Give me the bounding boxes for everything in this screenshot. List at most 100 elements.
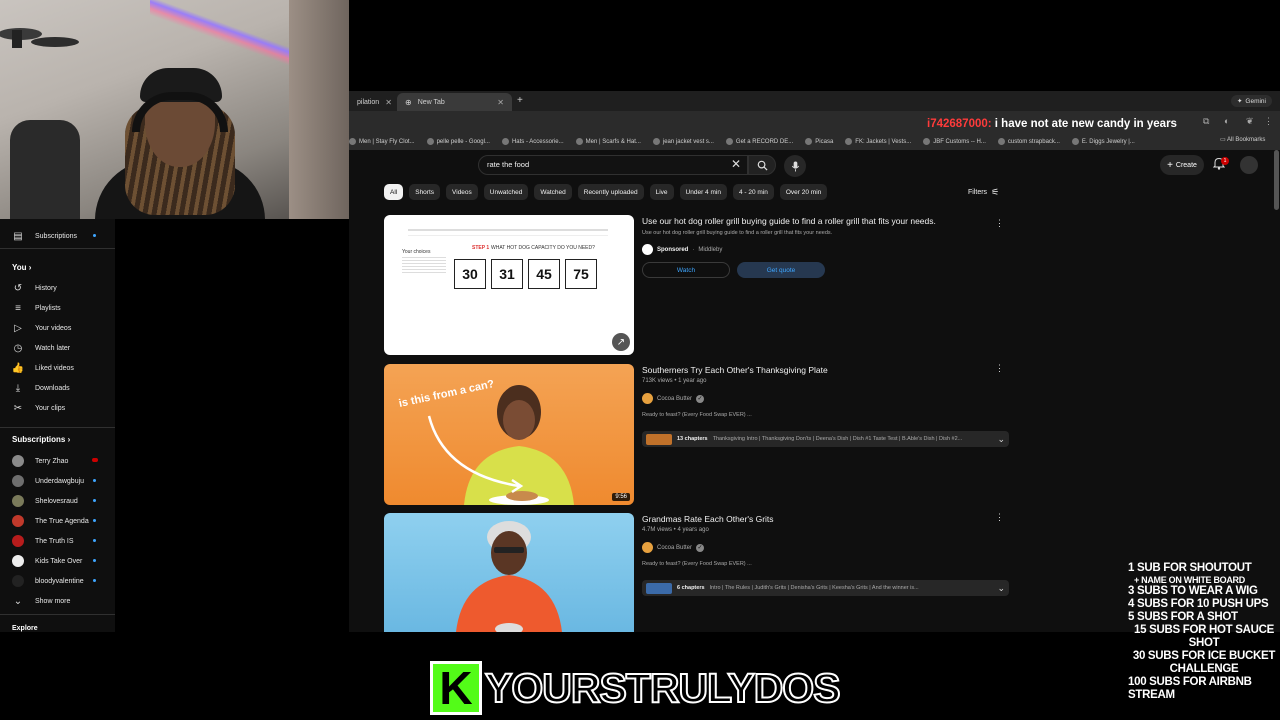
chapters-bar[interactable]: 13 chapters Thanksgiving Intro | Thanksg… [642, 431, 1009, 447]
sliders-icon: ⚟ [991, 187, 1000, 197]
extension-icon[interactable]: ⧉ [1203, 116, 1209, 127]
channel-name[interactable]: Cocoa Butter [657, 545, 692, 551]
show-more-button[interactable]: ⌄ Show more [12, 595, 112, 607]
sidebar-item[interactable]: ◷ Watch later [12, 342, 112, 354]
channel-avatar[interactable] [642, 542, 653, 553]
filter-chip[interactable]: All [384, 184, 404, 200]
create-button[interactable]: + Create [1160, 155, 1204, 175]
sidebar-item[interactable]: ≡ Playlists [12, 302, 112, 314]
channel-name[interactable]: Cocoa Butter [657, 396, 692, 402]
new-tab-icon[interactable]: + [517, 95, 523, 106]
get-quote-button[interactable]: Get quote [737, 262, 825, 278]
profile-icon[interactable]: ◐ [1224, 116, 1229, 126]
filter-chip[interactable]: Live [649, 184, 674, 200]
sidebar-item[interactable]: 👍 Liked videos [12, 362, 112, 374]
sidebar-item-label: Playlists [35, 304, 61, 312]
leaf-extension-icon[interactable]: ❦ [1246, 116, 1254, 127]
subscription-item[interactable]: bloodyvalentine [12, 575, 112, 587]
advertiser-avatar[interactable] [642, 244, 653, 255]
subscription-item[interactable]: Underdawgbuju [12, 475, 112, 487]
bookmark-label: Men | Scarfs & Hat... [585, 138, 641, 145]
voice-search-button[interactable] [784, 155, 806, 177]
chevron-down-icon[interactable]: ⌄ [997, 434, 1005, 445]
bookmark-item[interactable]: Get a RECORD DE... [725, 138, 793, 145]
sidebar-item-subscriptions[interactable]: ▤ Subscriptions [12, 230, 112, 242]
filter-chip[interactable]: Shorts [409, 184, 441, 200]
sidebar-section-explore[interactable]: Explore [12, 625, 38, 632]
subscription-item[interactable]: The True Agenda [12, 515, 112, 527]
filter-chip[interactable]: 4 - 20 min [732, 184, 774, 200]
subscription-item[interactable]: Terry Zhao [12, 455, 112, 467]
arrow-graphic [427, 415, 524, 494]
bookmark-item[interactable]: custom strapback... [997, 138, 1060, 145]
page-scrollbar[interactable] [1274, 150, 1279, 210]
bookmark-favicon-icon [725, 138, 733, 145]
video-thumbnail[interactable]: is this from a can? 9:56 [384, 364, 634, 505]
filters-button[interactable]: Filters ⚟ [968, 187, 999, 198]
sidebar-section-you[interactable]: You › [12, 263, 31, 272]
account-avatar[interactable] [1240, 156, 1258, 174]
bookmark-item[interactable]: E. Diggs Jewelry |... [1071, 138, 1135, 145]
subscription-item[interactable]: Shelovesraud [12, 495, 112, 507]
gemini-button[interactable]: ✦ Gemini [1230, 95, 1272, 107]
sidebar-item[interactable]: ▷ Your videos [12, 322, 112, 334]
browser-tab-new-tab[interactable]: ⊕ New Tab ✕ [397, 93, 512, 111]
sidebar-item[interactable]: ⤓ Downloads [12, 382, 112, 394]
close-tab-icon[interactable]: ✕ [385, 98, 392, 107]
search-icon [757, 160, 768, 171]
all-bookmarks-button[interactable]: ▭ All Bookmarks [1220, 136, 1265, 143]
bookmark-item[interactable]: Men | Scarfs & Hat... [575, 138, 641, 145]
external-link-icon[interactable]: ↗ [612, 333, 630, 351]
bookmark-item[interactable]: jean jacket vest s... [652, 138, 714, 145]
bookmark-item[interactable]: Men | Stay Fly Clot... [349, 138, 415, 145]
chapters-bar[interactable]: 6 chapters Intro | The Rules | Judith's … [642, 580, 1009, 596]
ad-title[interactable]: Use our hot dog roller grill buying guid… [642, 216, 936, 226]
more-actions-icon[interactable]: ⋮ [995, 512, 1004, 523]
search-button[interactable] [748, 155, 776, 175]
filter-chip[interactable]: Watched [534, 184, 572, 200]
video-duration: 9:56 [612, 493, 630, 501]
ad-thumbnail[interactable]: STEP 1 WHAT HOT DOG CAPACITY DO YOU NEED… [384, 215, 634, 355]
bookmark-item[interactable]: Picasa [805, 138, 833, 145]
sidebar-item[interactable]: ↺ History [12, 282, 112, 294]
search-input[interactable]: rate the food [478, 155, 748, 175]
chevron-down-icon[interactable]: ⌄ [997, 583, 1005, 594]
sidebar-section-subscriptions[interactable]: Subscriptions › [12, 435, 70, 444]
bookmark-label: jean jacket vest s... [662, 138, 714, 145]
channel-row[interactable]: Cocoa Butter ✓ [642, 542, 705, 553]
sponsored-label: Sponsored [657, 246, 689, 253]
bookmark-item[interactable]: Hats - Accessorie... [501, 138, 564, 145]
filter-chip[interactable]: Under 4 min [679, 184, 727, 200]
subscription-item[interactable]: Kids Take Over [12, 555, 112, 567]
filter-chip[interactable]: Unwatched [483, 184, 529, 200]
ad-capacity-option: 75 [565, 259, 597, 289]
more-actions-icon[interactable]: ⋮ [995, 363, 1004, 374]
video-title[interactable]: Southerners Try Each Other's Thanksgivin… [642, 365, 828, 375]
browser-tab-previous[interactable]: pilation ✕ [349, 93, 397, 111]
kick-logo: K [430, 661, 482, 715]
bookmark-label: FK: Jackets | Vests... [855, 138, 912, 145]
bookmark-item[interactable]: pelle pelle - Googl... [426, 138, 490, 145]
filter-chip[interactable]: Recently uploaded [577, 184, 644, 200]
menu-icon[interactable]: ⋮ [1264, 116, 1273, 127]
filter-chip[interactable]: Videos [446, 184, 478, 200]
video-title[interactable]: Grandmas Rate Each Other's Grits [642, 514, 774, 524]
sidebar-item[interactable]: ✂ Your clips [12, 402, 112, 414]
subscription-item[interactable]: The Truth IS [12, 535, 112, 547]
more-actions-icon[interactable]: ⋮ [995, 218, 1004, 229]
bookmark-favicon-icon [501, 138, 509, 145]
clear-search-icon[interactable]: ✕ [731, 157, 741, 171]
bookmark-item[interactable]: FK: Jackets | Vests... [845, 138, 911, 145]
stream-frame: pilation ✕ ⊕ New Tab ✕ + ✦ Gemini ⧉ ◐ ❦ … [0, 0, 1280, 720]
channel-avatar[interactable] [642, 393, 653, 404]
bookmark-item[interactable]: JBF Customs -- H... [923, 138, 986, 145]
video-thumbnail[interactable] [384, 513, 634, 632]
streamer-brand-banner: K YOURSTRULYDOS [430, 661, 842, 715]
channel-avatar [12, 515, 24, 527]
filter-chip[interactable]: Over 20 min [779, 184, 828, 200]
bookmark-label: pelle pelle - Googl... [436, 138, 490, 145]
close-tab-icon[interactable]: ✕ [497, 98, 504, 107]
plus-icon: + [1167, 159, 1173, 171]
channel-row[interactable]: Cocoa Butter ✓ [642, 393, 705, 404]
watch-button[interactable]: Watch [642, 262, 730, 278]
